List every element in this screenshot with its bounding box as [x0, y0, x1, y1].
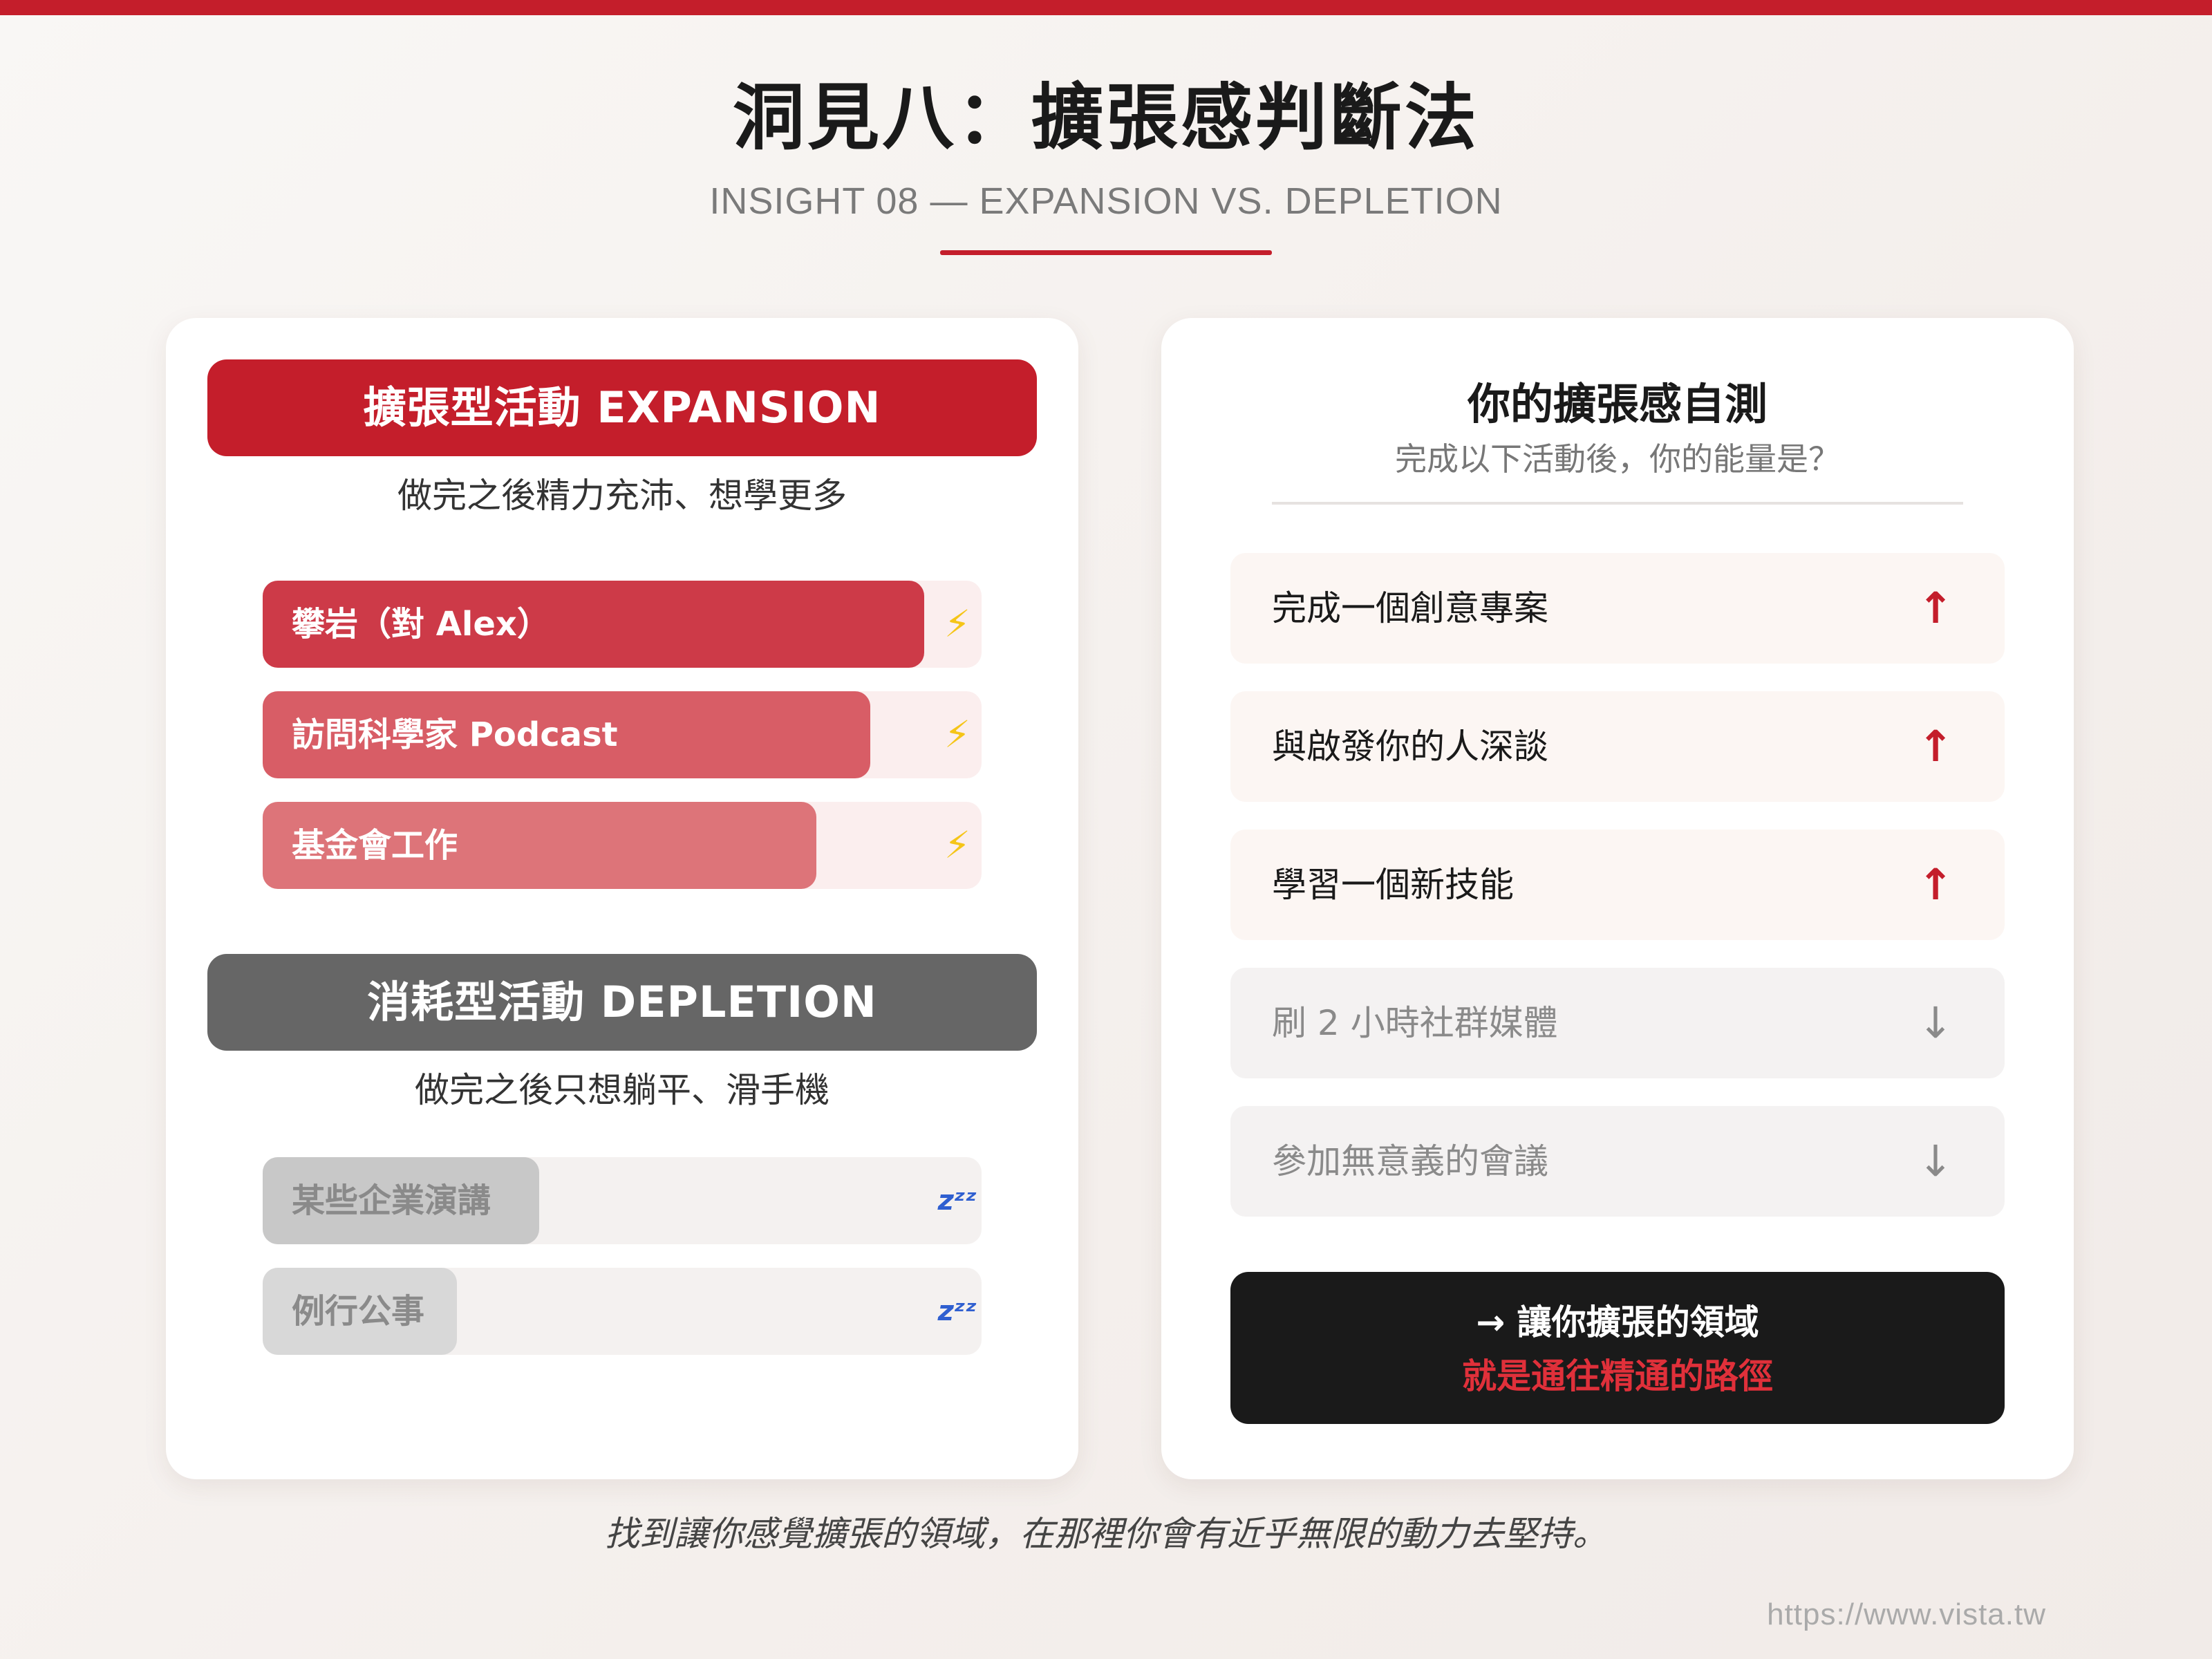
expansion-bar: 攀岩（對 Alex） ⚡ [263, 581, 982, 668]
self-test-item: 參加無意義的會議 ↓ [1230, 1106, 2005, 1217]
expansion-description: 做完之後精力充沛、想學更多 [397, 476, 847, 516]
expansion-bar-label: 基金會工作 [292, 826, 458, 865]
arrow-up-icon: ↑ [1918, 583, 1953, 633]
top-accent-bar [0, 0, 2212, 15]
arrow-up-icon: ↑ [1918, 859, 1953, 910]
self-test-item-label: 完成一個創意專案 [1272, 588, 1548, 628]
depletion-bar-label: 例行公事 [292, 1292, 425, 1331]
expansion-bar: 訪問科學家 Podcast ⚡ [263, 691, 982, 778]
expansion-bar-label: 訪問科學家 Podcast [292, 715, 618, 754]
self-test-item-label: 參加無意義的會議 [1272, 1141, 1548, 1181]
self-test-subtitle: 完成以下活動後，你的能量是？ [1395, 440, 1840, 478]
self-test-item: 與啟發你的人深談 ↑ [1230, 691, 2005, 802]
sleep-icon: zᶻᶻ [937, 1295, 977, 1327]
depletion-description: 做完之後只想躺平、滑手機 [415, 1070, 830, 1110]
page-title: 洞見八：擴張感判斷法 [732, 75, 1479, 160]
depletion-bar-label: 某些企業演講 [292, 1181, 491, 1220]
self-test-title: 你的擴張感自測 [1467, 379, 1768, 429]
lightning-icon: ⚡ [944, 823, 971, 867]
arrow-down-icon: ↓ [1918, 1136, 1953, 1186]
sleep-icon: zᶻᶻ [937, 1185, 977, 1217]
lightning-icon: ⚡ [944, 602, 971, 646]
conclusion-line-1: → 讓你擴張的領域 [1476, 1302, 1759, 1342]
depletion-bar: 某些企業演講 zᶻᶻ [263, 1157, 982, 1244]
self-test-item-label: 刷 2 小時社群媒體 [1272, 1003, 1558, 1043]
title-divider [940, 250, 1272, 255]
lightning-icon: ⚡ [944, 713, 971, 756]
self-test-item: 完成一個創意專案 ↑ [1230, 553, 2005, 664]
conclusion-banner: → 讓你擴張的領域 就是通往精通的路徑 [1230, 1272, 2005, 1424]
depletion-bar: 例行公事 zᶻᶻ [263, 1268, 982, 1355]
footer-url: https://www.vista.tw [1767, 1597, 2046, 1631]
self-test-item-label: 學習一個新技能 [1272, 865, 1514, 905]
page-subtitle: INSIGHT 08 — EXPANSION VS. DEPLETION [709, 180, 1503, 222]
self-test-divider [1272, 502, 1963, 505]
arrow-up-icon: ↑ [1918, 721, 1953, 771]
expansion-heading: 擴張型活動 EXPANSION [207, 359, 1037, 456]
activity-comparison-card: 擴張型活動 EXPANSION 做完之後精力充沛、想學更多 攀岩（對 Alex）… [166, 318, 1078, 1479]
self-test-item-label: 與啟發你的人深談 [1272, 727, 1548, 767]
self-test-item: 學習一個新技能 ↑ [1230, 830, 2005, 940]
conclusion-line-2: 就是通往精通的路徑 [1462, 1356, 1773, 1396]
footer-quote: 找到讓你感覺擴張的領域，在那裡你會有近乎無限的動力去堅持。 [605, 1514, 1607, 1554]
arrow-down-icon: ↓ [1918, 997, 1953, 1048]
expansion-bar-label: 攀岩（對 Alex） [292, 605, 550, 644]
expansion-bar: 基金會工作 ⚡ [263, 802, 982, 889]
self-test-item: 刷 2 小時社群媒體 ↓ [1230, 968, 2005, 1078]
self-test-card: 你的擴張感自測 完成以下活動後，你的能量是？ 完成一個創意專案 ↑ 與啟發你的人… [1161, 318, 2074, 1479]
depletion-heading: 消耗型活動 DEPLETION [207, 954, 1037, 1051]
